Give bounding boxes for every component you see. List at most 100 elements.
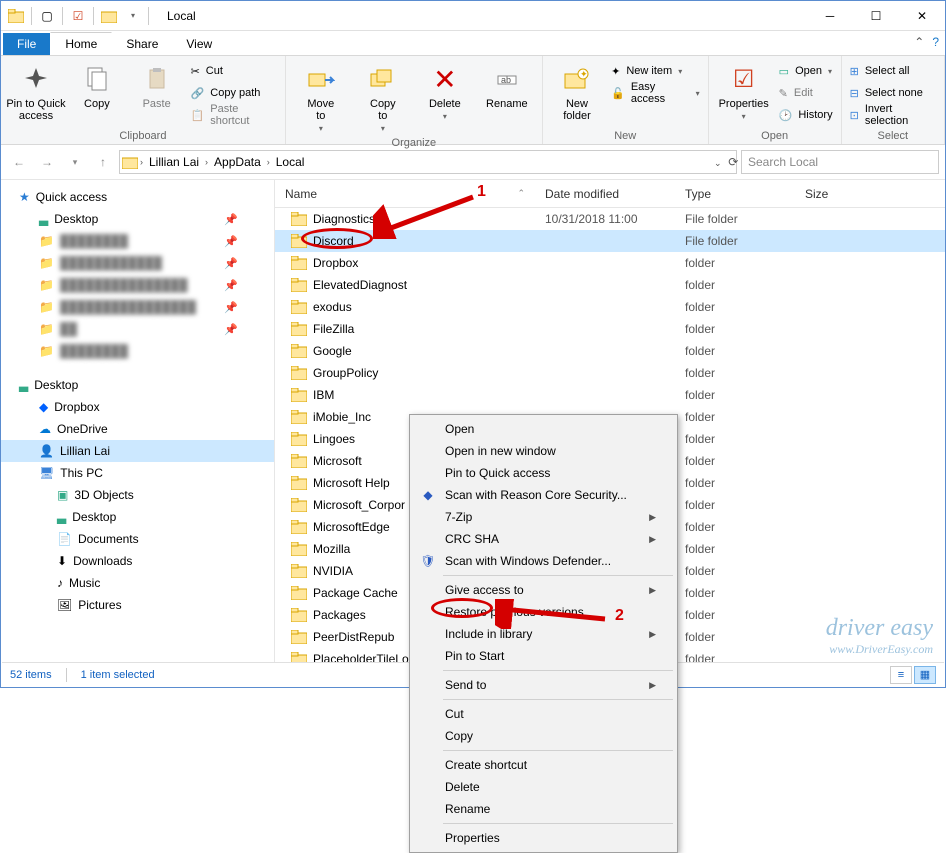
tree-desktop[interactable]: ▃Desktop📌 <box>1 208 274 230</box>
copy-path-button[interactable]: 🔗Copy path <box>187 82 281 104</box>
minimize-button[interactable]: ─ <box>807 1 853 31</box>
ctx-scan-reason[interactable]: ◆Scan with Reason Core Security... <box>413 484 674 506</box>
move-to-button[interactable]: Move to▾ <box>290 58 352 137</box>
col-date[interactable]: Date modified <box>535 187 675 201</box>
tree-downloads[interactable]: ⬇Downloads <box>1 550 274 572</box>
qat-dropdown-icon[interactable]: ▾ <box>122 5 144 27</box>
select-all-button[interactable]: ⊞Select all <box>846 60 940 82</box>
tree-onedrive[interactable]: ☁OneDrive <box>1 418 274 440</box>
file-row[interactable]: exodusfolder <box>275 296 945 318</box>
tree-item-blurred[interactable]: 📁████████📌 <box>1 230 274 252</box>
tree-item-blurred[interactable]: 📁████████████📌 <box>1 252 274 274</box>
ctx-crc-sha[interactable]: CRC SHA▶ <box>413 528 674 550</box>
crumb-user[interactable]: Lillian Lai <box>145 155 203 169</box>
crumb-appdata[interactable]: AppData <box>210 155 265 169</box>
file-row[interactable]: DiscordFile folder <box>275 230 945 252</box>
new-folder-button[interactable]: ✦New folder <box>547 58 607 126</box>
new-item-button[interactable]: ✦New item ▾ <box>607 60 704 82</box>
ctx-cut[interactable]: Cut <box>413 703 674 725</box>
ctx-restore-versions[interactable]: Restore previous versions <box>413 601 674 623</box>
help-icon[interactable]: ? <box>932 35 939 49</box>
ctx-copy[interactable]: Copy <box>413 725 674 747</box>
tree-item-blurred[interactable]: 📁████████ <box>1 340 274 362</box>
ctx-create-shortcut[interactable]: Create shortcut <box>413 754 674 776</box>
refresh-icon[interactable]: ⟳ <box>728 155 738 169</box>
tab-file[interactable]: File <box>3 33 50 55</box>
crumb-local[interactable]: Local <box>272 155 309 169</box>
tree-3d-objects[interactable]: ▣3D Objects <box>1 484 274 506</box>
copy-to-button[interactable]: Copy to▾ <box>352 58 414 137</box>
pin-to-quick-access-button[interactable]: Pin to Quick access <box>5 58 67 126</box>
search-input[interactable]: Search Local <box>741 150 939 174</box>
file-row[interactable]: GroupPolicyfolder <box>275 362 945 384</box>
file-row[interactable]: Diagnostics10/31/2018 11:00File folder <box>275 208 945 230</box>
ctx-scan-defender[interactable]: 🛡Scan with Windows Defender... <box>413 550 674 572</box>
tree-desktop-root[interactable]: ▃Desktop <box>1 374 274 396</box>
copy-button[interactable]: Copy <box>67 58 127 114</box>
invert-selection-button[interactable]: ⊡Invert selection <box>846 104 940 126</box>
ctx-pin-quick-access[interactable]: Pin to Quick access <box>413 462 674 484</box>
up-button[interactable]: ↑ <box>91 150 115 174</box>
back-button[interactable]: ← <box>7 150 31 174</box>
tree-this-pc[interactable]: 🖥This PC <box>1 462 274 484</box>
recent-dropdown[interactable]: ▾ <box>63 150 87 174</box>
ctx-pin-start[interactable]: Pin to Start <box>413 645 674 667</box>
chevron-icon[interactable]: › <box>203 157 210 167</box>
chevron-up-icon[interactable]: ⌃ <box>914 35 924 49</box>
col-size[interactable]: Size <box>795 187 875 201</box>
view-details-button[interactable]: ≡ <box>890 666 912 684</box>
ctx-delete[interactable]: Delete <box>413 776 674 798</box>
file-row[interactable]: Googlefolder <box>275 340 945 362</box>
properties-icon[interactable]: ▢ <box>36 5 58 27</box>
address-bar[interactable]: › Lillian Lai › AppData › Local ⌄ ⟳ <box>119 150 737 174</box>
chevron-icon[interactable]: › <box>138 157 145 167</box>
ctx-include-library[interactable]: Include in library▶ <box>413 623 674 645</box>
ctx-give-access[interactable]: Give access to▶ <box>413 579 674 601</box>
tree-item-blurred[interactable]: 📁██📌 <box>1 318 274 340</box>
ctx properties[interactable]: Rename <box>413 798 674 820</box>
cut-button[interactable]: ✂Cut <box>187 60 281 82</box>
tree-item-blurred[interactable]: 📁███████████████📌 <box>1 274 274 296</box>
properties-button[interactable]: ☑Properties▾ <box>713 58 775 125</box>
easy-access-button[interactable]: 🔓Easy access ▾ <box>607 82 704 104</box>
col-type[interactable]: Type <box>675 187 795 201</box>
paste-button[interactable]: Paste <box>127 58 187 114</box>
ctx-properties[interactable]: Properties <box>413 827 674 849</box>
tree-music[interactable]: ♪Music <box>1 572 274 594</box>
tree-desktop-pc[interactable]: ▃Desktop <box>1 506 274 528</box>
maximize-button[interactable]: ☐ <box>853 1 899 31</box>
tree-dropbox[interactable]: ◆Dropbox <box>1 396 274 418</box>
select-none-button[interactable]: ⊟Select none <box>846 82 940 104</box>
tree-pictures[interactable]: 🖼Pictures <box>1 594 274 616</box>
ctx-open[interactable]: Open <box>413 418 674 440</box>
forward-button[interactable]: → <box>35 150 59 174</box>
col-name[interactable]: Name⌃ <box>275 187 535 201</box>
addr-dropdown-icon[interactable]: ⌄ <box>714 158 722 168</box>
file-row[interactable]: FileZillafolder <box>275 318 945 340</box>
view-large-icons-button[interactable]: ▦ <box>914 666 936 684</box>
tab-share[interactable]: Share <box>112 33 172 55</box>
file-row[interactable]: ElevatedDiagnostfolder <box>275 274 945 296</box>
edit-button[interactable]: ✎Edit <box>775 82 837 104</box>
tree-quick-access[interactable]: ★Quick access <box>1 186 274 208</box>
tab-view[interactable]: View <box>172 33 226 55</box>
tree-documents[interactable]: 📄Documents <box>1 528 274 550</box>
ctx-send-to[interactable]: Send to▶ <box>413 674 674 696</box>
ctx-7zip[interactable]: 7-Zip▶ <box>413 506 674 528</box>
open-button[interactable]: ▭Open ▾ <box>775 60 837 82</box>
ctx-open-new-window[interactable]: Open in new window <box>413 440 674 462</box>
close-button[interactable]: ✕ <box>899 1 945 31</box>
rename-button[interactable]: abRename <box>476 58 538 114</box>
tree-item-blurred[interactable]: 📁████████████████📌 <box>1 296 274 318</box>
folder-icon-small[interactable] <box>98 5 120 27</box>
file-row[interactable]: IBMfolder <box>275 384 945 406</box>
chevron-icon[interactable]: › <box>265 157 272 167</box>
tab-home[interactable]: Home <box>50 32 112 55</box>
delete-button[interactable]: ✕Delete▾ <box>414 58 476 125</box>
history-button[interactable]: 🕑History <box>775 104 837 126</box>
checked-icon[interactable]: ☑ <box>67 5 89 27</box>
paste-shortcut-button[interactable]: 📋Paste shortcut <box>187 104 281 126</box>
tree-user-folder[interactable]: 👤Lillian Lai <box>1 440 274 462</box>
objects-3d-icon: ▣ <box>57 488 68 502</box>
file-row[interactable]: Dropboxfolder <box>275 252 945 274</box>
